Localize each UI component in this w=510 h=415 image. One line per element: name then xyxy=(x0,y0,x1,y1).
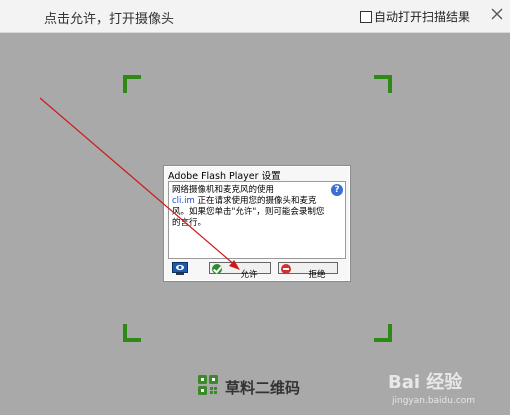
check-icon xyxy=(212,264,222,274)
flash-dialog-message: 网络摄像机和麦克风的使用 cli.im 正在请求使用您的摄像头和麦克风。如果您单… xyxy=(172,185,330,229)
auto-open-label: 自动打开扫描结果 xyxy=(374,10,471,24)
scan-corner-top-left xyxy=(123,75,141,93)
close-icon[interactable] xyxy=(487,4,507,24)
camera-settings-icon[interactable] xyxy=(172,261,188,275)
scan-corner-bottom-right xyxy=(374,324,392,342)
scan-corner-top-right xyxy=(374,75,392,93)
deny-button[interactable]: 拒绝 xyxy=(278,262,338,279)
flash-permission-dialog: Adobe Flash Player 设置 ? 网络摄像机和麦克风的使用 cli… xyxy=(163,165,351,282)
watermark-text: Bai 经验 xyxy=(388,372,463,393)
deny-label: 拒绝 xyxy=(308,269,326,279)
checkbox-box[interactable] xyxy=(360,10,372,23)
flash-dialog-body: ? 网络摄像机和麦克风的使用 cli.im 正在请求使用您的摄像头和麦克风。如果… xyxy=(168,181,346,259)
message-line2: 正在请求使用您的摄像头和麦克风。如果您单击"允许"，则可能会录制您的言行。 xyxy=(172,196,325,228)
baidu-watermark: Bai 经验 jingyan.baidu.com xyxy=(388,366,508,412)
deny-icon xyxy=(281,264,291,274)
brand: 草料二维码 xyxy=(197,374,300,400)
allow-label: 允许 xyxy=(240,269,258,279)
flash-dialog-title: Adobe Flash Player 设置 xyxy=(168,171,281,182)
requesting-domain: cli.im xyxy=(172,196,195,206)
watermark-url: jingyan.baidu.com xyxy=(392,396,476,406)
qr-logo-icon xyxy=(197,374,219,400)
help-icon[interactable]: ? xyxy=(331,184,343,196)
allow-button[interactable]: 允许 xyxy=(209,262,271,279)
flash-dialog-footer: 允许 拒绝 xyxy=(168,261,344,279)
page-title: 点击允许，打开摄像头 xyxy=(44,12,175,27)
brand-label: 草料二维码 xyxy=(225,378,301,397)
top-bar: 点击允许，打开摄像头 自动打开扫描结果 xyxy=(0,0,510,33)
message-line1: 网络摄像机和麦克风的使用 xyxy=(172,185,275,195)
scan-corner-bottom-left xyxy=(123,324,141,342)
auto-open-checkbox[interactable]: 自动打开扫描结果 xyxy=(360,8,470,25)
